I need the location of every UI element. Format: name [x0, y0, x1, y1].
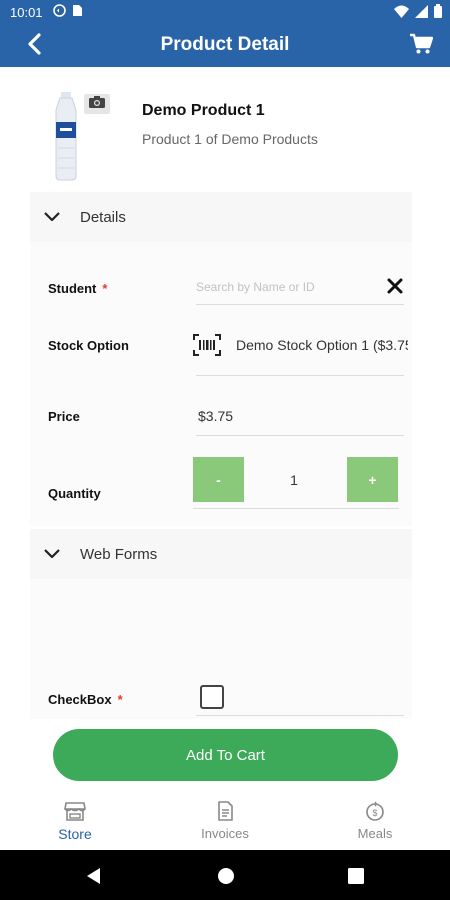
system-navigation-bar: [0, 850, 450, 900]
store-icon: [64, 800, 86, 822]
product-name: Demo Product 1: [142, 102, 265, 119]
invoice-icon: [214, 800, 236, 822]
required-asterisk: *: [117, 692, 123, 707]
add-photo-button[interactable]: [84, 94, 110, 114]
nav-item-store[interactable]: Store: [0, 790, 150, 850]
quantity-increment-button[interactable]: +: [347, 457, 398, 502]
barcode-scan-icon: [193, 334, 221, 360]
system-back-icon[interactable]: [84, 866, 104, 886]
details-section-header[interactable]: Details: [30, 192, 412, 242]
svg-text:$: $: [372, 808, 377, 818]
status-bar: 10:01: [0, 0, 450, 24]
wifi-icon: [394, 5, 409, 21]
nav-item-meals[interactable]: $ Meals: [300, 790, 450, 850]
barcode-scan-button[interactable]: [193, 334, 221, 356]
sync-icon: [52, 4, 66, 20]
shopping-cart-icon: [409, 33, 434, 60]
price-label: Price: [48, 409, 80, 424]
camera-icon: [89, 95, 105, 113]
clear-student-button[interactable]: [386, 277, 404, 295]
nav-label-store: Store: [58, 826, 92, 842]
checkbox-underline: [196, 715, 404, 716]
nav-label-invoices: Invoices: [201, 826, 249, 841]
battery-icon: [434, 4, 442, 21]
student-label: Student *: [48, 281, 108, 296]
details-section-label: Details: [80, 208, 126, 226]
product-subtitle: Product 1 of Demo Products: [142, 131, 318, 147]
cart-button[interactable]: [406, 31, 436, 61]
required-asterisk: *: [102, 281, 108, 296]
system-recents-icon[interactable]: [346, 866, 366, 886]
chevron-down-icon: [44, 208, 62, 226]
price-underline: [196, 435, 404, 436]
quantity-value[interactable]: 1: [254, 472, 334, 488]
student-search-input[interactable]: [196, 276, 376, 298]
student-underline: [196, 304, 404, 305]
quantity-decrement-button[interactable]: -: [193, 457, 244, 502]
web-forms-section-label: Web Forms: [80, 545, 158, 563]
price-value: $3.75: [198, 408, 234, 424]
system-home-icon[interactable]: [216, 866, 236, 886]
web-forms-section-header[interactable]: Web Forms: [30, 529, 412, 579]
status-indicators: [394, 4, 442, 21]
meals-icon: $: [364, 800, 386, 822]
web-form-checkbox[interactable]: [200, 685, 224, 709]
bottom-navigation: Store Invoices $ Meals: [0, 790, 450, 850]
add-to-cart-button[interactable]: Add To Cart: [53, 729, 398, 781]
quantity-underline: [193, 508, 399, 509]
nav-label-meals: Meals: [357, 826, 393, 841]
nav-item-invoices[interactable]: Invoices: [150, 790, 300, 850]
page-title: Product Detail: [160, 34, 290, 55]
stock-option-label: Stock Option: [48, 338, 129, 353]
product-image: [46, 90, 86, 182]
app-bar: Product Detail: [0, 24, 450, 67]
status-time: 10:01: [10, 4, 43, 20]
stock-option-underline: [196, 375, 404, 376]
chevron-down-icon: [44, 545, 62, 563]
stock-option-value[interactable]: Demo Stock Option 1 ($3.75): [236, 337, 408, 353]
quantity-label: Quantity: [48, 486, 101, 501]
sim-card-icon: [72, 4, 83, 20]
checkbox-label: CheckBox *: [48, 692, 123, 707]
close-icon: [386, 278, 404, 299]
cell-signal-icon: [415, 4, 428, 21]
